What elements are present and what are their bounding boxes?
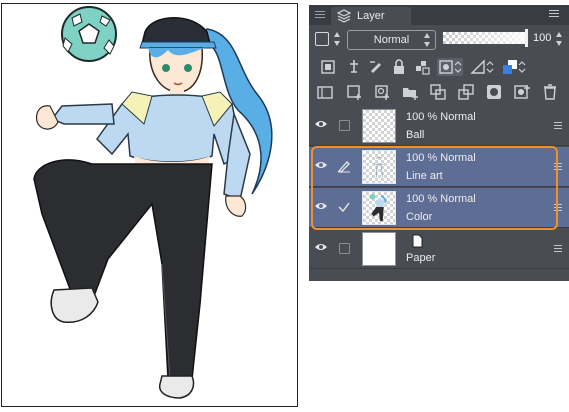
- new-raster-layer-icon[interactable]: [345, 83, 363, 101]
- layer-checkbox[interactable]: [339, 120, 350, 131]
- layer-checkbox[interactable]: [339, 243, 350, 254]
- mask-enable-icon[interactable]: [437, 58, 463, 76]
- transfer-to-lower-layer-icon[interactable]: [429, 83, 447, 101]
- drag-handle-icon[interactable]: [554, 245, 562, 254]
- layer-thumbnail: [362, 232, 396, 266]
- layer-property-toolbar: [309, 55, 569, 79]
- paper-layer-icon: [412, 234, 423, 248]
- layer-thumbnail: [362, 191, 396, 225]
- pen-icon: [337, 161, 350, 173]
- layer-thumbnail: [362, 109, 396, 143]
- layer-color-icon[interactable]: [501, 58, 527, 76]
- lock-layer-icon[interactable]: [390, 58, 408, 76]
- eye-icon[interactable]: [314, 242, 328, 252]
- soccer-ball-drawing: [61, 6, 117, 62]
- lock-transparent-icon[interactable]: [413, 58, 431, 76]
- layer-color-spinner-icon[interactable]: [333, 30, 342, 48]
- girl-kicking-ball-illustration: [33, 6, 273, 399]
- blend-opacity-row: Normal 100: [309, 27, 569, 53]
- layer-panel: Layer Normal 100 100 % Normal Ball 100 %…: [309, 5, 569, 281]
- illustration-canvas: [1, 3, 298, 407]
- drag-handle-icon[interactable]: [554, 204, 562, 213]
- drag-handle-icon[interactable]: [554, 122, 562, 131]
- blend-mode-select[interactable]: Normal: [347, 30, 436, 50]
- check-icon: [338, 202, 350, 213]
- layer-row-line-art[interactable]: 100 % Normal Line art: [309, 147, 569, 187]
- opacity-spinner-icon[interactable]: [555, 30, 564, 48]
- panel-menu-icon[interactable]: [549, 10, 559, 19]
- apply-mask-to-layer-icon[interactable]: [513, 83, 531, 101]
- layer-row-paper[interactable]: Paper: [309, 229, 569, 269]
- opacity-slider[interactable]: [443, 29, 528, 47]
- layer-row-color[interactable]: 100 % Normal Color: [309, 188, 569, 228]
- draft-layer-icon[interactable]: [367, 58, 385, 76]
- eye-icon[interactable]: [314, 201, 328, 211]
- layer-name: Line art: [406, 170, 443, 182]
- layer-row-ball[interactable]: 100 % Normal Ball: [309, 106, 569, 146]
- create-layer-mask-icon[interactable]: [485, 83, 503, 101]
- clip-layer-icon[interactable]: [319, 58, 337, 76]
- layer-action-toolbar: [309, 80, 569, 104]
- new-vector-layer-icon[interactable]: [373, 83, 391, 101]
- layer-opacity-mode: 100 % Normal: [406, 152, 476, 164]
- tab-layer[interactable]: Layer: [331, 7, 411, 25]
- layers-icon: [337, 9, 351, 23]
- layer-name: Paper: [406, 252, 436, 264]
- combine-with-layer-below-icon[interactable]: [457, 83, 475, 101]
- layer-opacity-mode: 100 % Normal: [406, 111, 476, 123]
- new-layer-folder-icon[interactable]: [401, 83, 419, 101]
- eye-icon[interactable]: [314, 119, 328, 129]
- panel-header: Layer: [309, 5, 569, 25]
- ruler-range-icon[interactable]: [469, 58, 495, 76]
- reference-layer-icon[interactable]: [345, 58, 363, 76]
- show-layer-list-icon[interactable]: [316, 83, 334, 101]
- layer-name: Ball: [406, 129, 425, 141]
- drag-handle-icon[interactable]: [554, 163, 562, 172]
- delete-layer-icon[interactable]: [541, 83, 559, 101]
- opacity-value: 100: [533, 32, 552, 44]
- blend-mode-spinner-icon: [423, 31, 432, 49]
- tab-label: Layer: [357, 10, 385, 22]
- layer-name: Color: [406, 211, 433, 223]
- layer-color-button[interactable]: [315, 32, 329, 46]
- panel-grip-icon[interactable]: [315, 11, 325, 19]
- blend-mode-value: Normal: [373, 34, 410, 46]
- layer-opacity-mode: 100 % Normal: [406, 193, 476, 205]
- layer-thumbnail: [362, 150, 396, 184]
- opacity-slider-knob[interactable]: [525, 29, 528, 47]
- opacity-slider-fill: [443, 32, 526, 44]
- eye-icon[interactable]: [314, 160, 328, 170]
